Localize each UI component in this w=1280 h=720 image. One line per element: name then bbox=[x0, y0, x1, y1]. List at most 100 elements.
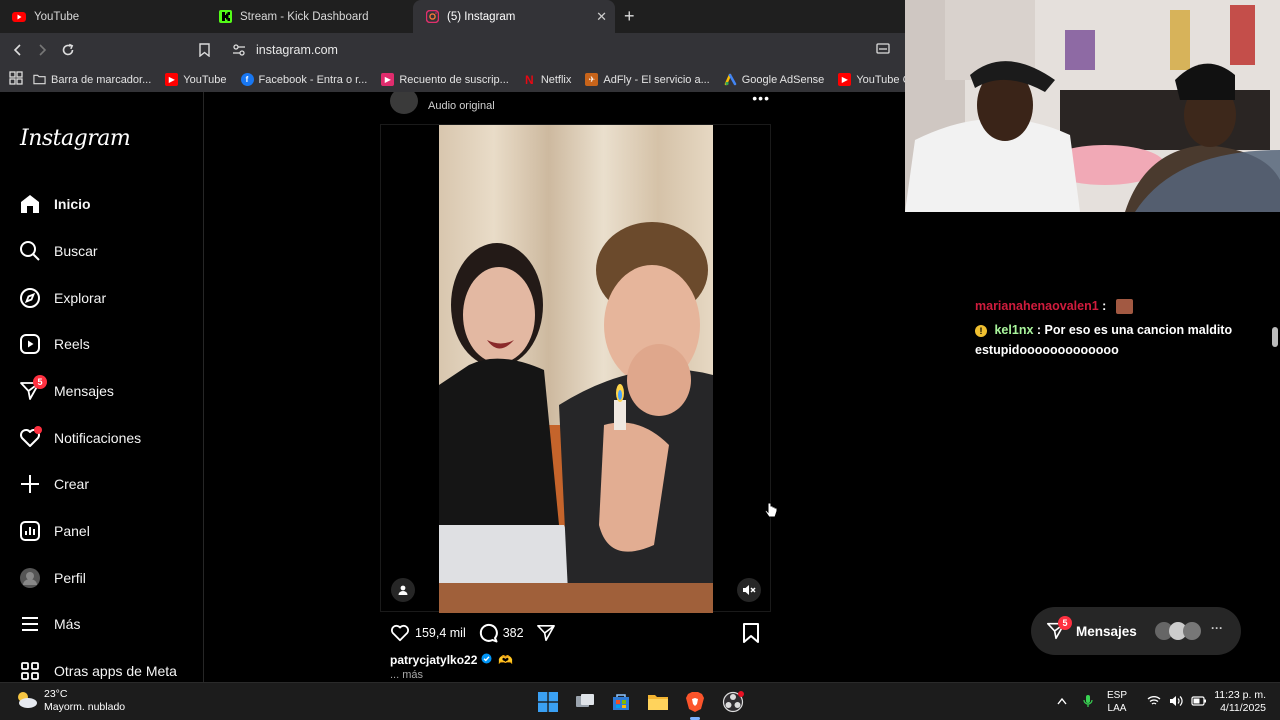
instagram-page: Instagram Inicio Buscar Explorar Reels 5… bbox=[0, 92, 905, 682]
bookmark-folder[interactable]: Barra de marcador... bbox=[33, 73, 151, 86]
post-username[interactable]: patrycjatylko22 bbox=[390, 653, 477, 667]
chat-emote bbox=[1115, 299, 1133, 315]
chat-username: marianahenaovalen1 bbox=[975, 299, 1099, 313]
bookmarks-bar: Barra de marcador... ▶ YouTube f Faceboo… bbox=[0, 67, 905, 92]
adsense-icon bbox=[724, 73, 737, 86]
back-icon[interactable] bbox=[8, 40, 28, 60]
nav-label: Explorar bbox=[54, 290, 107, 306]
weather-text: Mayorm. nublado bbox=[44, 701, 126, 713]
browser-tab-bar: YouTube Stream - Kick Dashboard (5) Inst… bbox=[0, 0, 905, 33]
start-menu-icon[interactable] bbox=[535, 689, 561, 715]
close-tab-icon[interactable]: ✕ bbox=[596, 9, 607, 25]
nav-notifications[interactable]: Notificaciones bbox=[18, 423, 141, 453]
store-icon[interactable] bbox=[608, 689, 634, 715]
post-actions: 159,4 mil 382 bbox=[390, 622, 762, 644]
weather-widget[interactable]: 23°C Mayorm. nublado bbox=[14, 688, 125, 714]
chevron-up-icon[interactable] bbox=[1057, 697, 1067, 708]
comment-button[interactable]: 382 bbox=[478, 623, 524, 643]
chat-message: ! kel1nx : Por eso es una cancion maldit… bbox=[975, 320, 1265, 360]
mute-icon[interactable] bbox=[737, 578, 761, 602]
nav-label: Más bbox=[54, 616, 81, 632]
windows-taskbar: 23°C Mayorm. nublado ESP LAA 11:23 p. m.… bbox=[0, 682, 1280, 720]
post-caption: patrycjatylko22 🫶 bbox=[390, 653, 513, 667]
comment-count: 382 bbox=[502, 626, 524, 640]
heart-icon bbox=[18, 426, 42, 450]
more-icon[interactable]: ··· bbox=[1211, 621, 1223, 635]
share-button[interactable] bbox=[536, 624, 561, 642]
tab-kick[interactable]: Stream - Kick Dashboard bbox=[206, 0, 412, 33]
post-audio-label[interactable]: Audio original bbox=[428, 100, 495, 112]
nav-search[interactable]: Buscar bbox=[18, 236, 98, 266]
nav-label: Reels bbox=[54, 336, 90, 352]
nav-profile[interactable]: Perfil bbox=[18, 563, 86, 593]
wifi-icon[interactable] bbox=[1147, 695, 1161, 709]
dashboard-icon bbox=[18, 519, 42, 543]
nav-more[interactable]: Más bbox=[18, 609, 80, 639]
youtube-icon bbox=[12, 10, 26, 24]
netflix-icon: N bbox=[524, 72, 534, 87]
compass-icon bbox=[18, 286, 42, 310]
reload-icon[interactable] bbox=[58, 40, 78, 60]
tab-instagram[interactable]: (5) Instagram ✕ bbox=[413, 0, 615, 33]
instagram-sidebar: Instagram Inicio Buscar Explorar Reels 5… bbox=[0, 92, 204, 682]
nav-label: Otras apps de Meta bbox=[54, 663, 177, 679]
search-icon bbox=[18, 239, 42, 263]
nav-dashboard[interactable]: Panel bbox=[18, 516, 90, 546]
cast-icon[interactable] bbox=[876, 43, 890, 58]
hand-emoji: 🫶 bbox=[498, 653, 514, 667]
keyboard-layout: LAA bbox=[1107, 703, 1127, 714]
chat-username: kel1nx bbox=[994, 323, 1034, 337]
save-post-icon[interactable] bbox=[742, 623, 760, 648]
share-icon bbox=[536, 624, 555, 642]
weather-icon bbox=[14, 689, 38, 714]
page-scrollbar[interactable] bbox=[1272, 327, 1278, 347]
messenger-icon: 5 bbox=[1045, 616, 1072, 642]
like-button[interactable]: 159,4 mil bbox=[390, 624, 466, 642]
bookmark-page-icon[interactable] bbox=[194, 40, 214, 60]
bookmark-youtube[interactable]: ▶ YouTube bbox=[165, 73, 227, 86]
post-video[interactable] bbox=[380, 124, 771, 613]
hand-cursor-icon bbox=[764, 502, 778, 525]
messages-popup-button[interactable]: 5 Mensajes ··· bbox=[1031, 607, 1241, 655]
bookmark-facebook[interactable]: f Facebook - Entra o r... bbox=[240, 73, 367, 86]
bookmark-adfly[interactable]: ✈ AdFly - El servicio a... bbox=[585, 73, 710, 86]
file-explorer-icon[interactable] bbox=[645, 689, 671, 715]
heart-icon bbox=[391, 624, 409, 642]
battery-icon[interactable] bbox=[1191, 695, 1207, 710]
nav-reels[interactable]: Reels bbox=[18, 329, 90, 359]
apps-grid-icon[interactable] bbox=[9, 71, 23, 88]
site-settings-icon[interactable] bbox=[232, 43, 246, 57]
task-view-icon[interactable] bbox=[572, 689, 598, 715]
bookmark-label: AdFly - El servicio a... bbox=[603, 73, 710, 86]
caption-more-link[interactable]: ... más bbox=[390, 669, 423, 681]
microphone-icon[interactable] bbox=[1083, 694, 1093, 711]
post-author-avatar[interactable] bbox=[390, 92, 418, 114]
video-frame bbox=[439, 125, 713, 613]
instagram-logo[interactable]: Instagram bbox=[20, 126, 131, 151]
chat-separator: : bbox=[1036, 323, 1042, 337]
volume-icon[interactable] bbox=[1169, 695, 1183, 710]
address-bar[interactable]: instagram.com bbox=[224, 37, 900, 63]
more-options-icon[interactable]: ••• bbox=[752, 92, 770, 106]
bookmark-counter[interactable]: ▶ Recuento de suscrip... bbox=[381, 73, 509, 86]
language-indicator[interactable]: ESP LAA bbox=[1107, 689, 1127, 715]
url-text: instagram.com bbox=[256, 43, 338, 57]
nav-meta-apps[interactable]: Otras apps de Meta bbox=[18, 656, 177, 682]
meta-apps-icon bbox=[18, 659, 42, 682]
taskbar-clock[interactable]: 11:23 p. m. 4/11/2025 bbox=[1214, 689, 1266, 715]
forward-icon[interactable] bbox=[32, 40, 52, 60]
nav-home[interactable]: Inicio bbox=[18, 189, 91, 219]
new-tab-button[interactable]: + bbox=[624, 6, 635, 27]
obs-icon[interactable] bbox=[720, 689, 746, 715]
nav-label: Crear bbox=[54, 476, 90, 492]
tab-youtube[interactable]: YouTube bbox=[0, 0, 206, 33]
nav-explore[interactable]: Explorar bbox=[18, 283, 106, 313]
nav-create[interactable]: Crear bbox=[18, 469, 89, 499]
tagged-users-icon[interactable] bbox=[391, 578, 415, 602]
bookmark-netflix[interactable]: N Netflix bbox=[523, 72, 571, 87]
nav-messages[interactable]: 5 Mensajes bbox=[18, 375, 114, 406]
bookmark-youtube-studio[interactable]: ▶ YouTube Creator St... bbox=[838, 73, 905, 86]
nav-label: Perfil bbox=[54, 570, 86, 586]
brave-browser-icon[interactable] bbox=[682, 689, 708, 720]
bookmark-adsense[interactable]: Google AdSense bbox=[724, 73, 824, 86]
